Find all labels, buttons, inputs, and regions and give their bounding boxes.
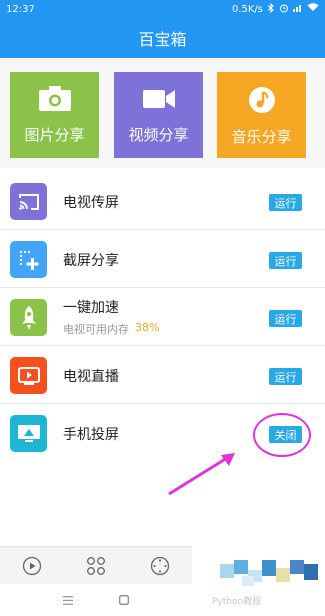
status-bar: 12:37 0.5K/s [0, 0, 325, 18]
watermark-text: Python教程 [212, 597, 262, 607]
list-item-title: 手机投屏 [63, 427, 119, 443]
memory-info: 电视可用内存 38% [63, 321, 159, 337]
status-indicators: 0.5K/s [231, 2, 319, 16]
rocket-icon [10, 299, 47, 336]
list-item-title: 截屏分享 [63, 253, 119, 269]
home-icon[interactable] [117, 593, 131, 607]
run-button[interactable]: 运行 [269, 194, 302, 211]
signal-icon [293, 3, 303, 15]
tile-music-share[interactable]: 音乐分享 [217, 72, 306, 158]
menu-icon[interactable] [61, 593, 75, 607]
annotation-arrow [168, 453, 235, 496]
list-item-screenshot-share[interactable]: 截屏分享 运行 [0, 230, 325, 288]
run-button[interactable]: 运行 [269, 252, 302, 269]
camera-icon [38, 86, 72, 116]
memory-percent: 38% [135, 321, 160, 334]
tile-video-share[interactable]: 视频分享 [114, 72, 203, 158]
status-time: 12:37 [6, 3, 35, 15]
video-camera-icon [142, 86, 176, 116]
tile-label: 图片分享 [24, 126, 85, 144]
network-speed: 0.5K/s [231, 3, 263, 15]
run-button[interactable]: 运行 [269, 310, 302, 327]
grid-icon[interactable] [85, 555, 107, 577]
cast-icon [10, 183, 47, 220]
page-title: 百宝箱 [138, 30, 187, 49]
play-icon[interactable] [21, 555, 43, 577]
dial-icon[interactable] [149, 555, 171, 577]
run-button[interactable]: 运行 [269, 368, 302, 385]
tile-label: 视频分享 [128, 126, 189, 144]
system-nav-bar [0, 584, 192, 616]
alarm-icon [279, 3, 289, 16]
share-tiles: 图片分享 视频分享 音乐分享 [0, 58, 325, 168]
tv-play-icon [10, 357, 47, 394]
list-item-title: 电视传屏 [63, 195, 119, 211]
list-item-tv-live[interactable]: 电视直播 运行 [0, 346, 325, 404]
music-note-icon [248, 86, 276, 118]
list-item-tv-cast[interactable]: 电视传屏 运行 [0, 172, 325, 230]
highlight-circle [253, 413, 311, 457]
memory-label: 电视可用内存 [63, 323, 129, 336]
bluetooth-icon [267, 2, 275, 16]
monitor-upload-icon [10, 415, 47, 452]
tile-label: 音乐分享 [231, 128, 292, 146]
list-item-title: 电视直播 [63, 369, 119, 385]
tile-photo-share[interactable]: 图片分享 [10, 72, 99, 158]
title-bar: 百宝箱 [0, 18, 325, 58]
screenshot-add-icon [10, 241, 47, 278]
wifi-icon [307, 3, 319, 15]
list-item-title: 一键加速 [63, 300, 119, 316]
list-item-speed-up[interactable]: 一键加速 电视可用内存 38% 运行 [0, 288, 325, 346]
bottom-nav [0, 546, 192, 584]
